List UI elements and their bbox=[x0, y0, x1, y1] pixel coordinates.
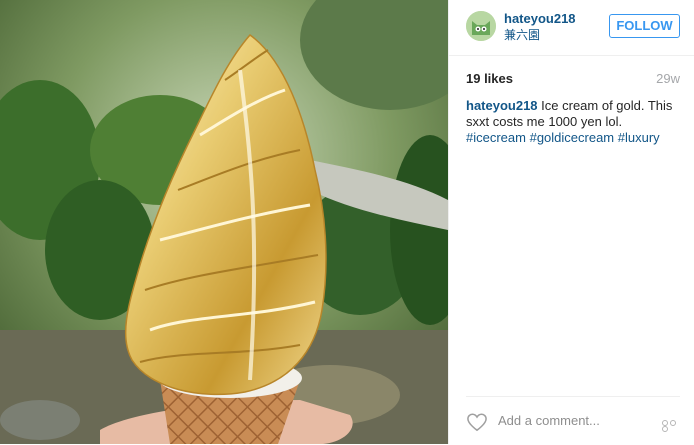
hashtag-goldicecream[interactable]: #goldicecream bbox=[530, 130, 615, 145]
cat-avatar-icon bbox=[466, 11, 496, 41]
likes-count[interactable]: 19 likes bbox=[466, 71, 513, 86]
post-header: hateyou218 兼六園 FOLLOW bbox=[449, 0, 694, 56]
hashtag-luxury[interactable]: #luxury bbox=[618, 130, 660, 145]
comment-bar: Add a comment... bbox=[466, 396, 680, 445]
more-options-icon[interactable] bbox=[662, 420, 680, 432]
gold-ice-cream-image bbox=[0, 0, 448, 444]
comment-input[interactable]: Add a comment... bbox=[498, 413, 600, 428]
follow-button[interactable]: FOLLOW bbox=[609, 14, 680, 38]
post-username[interactable]: hateyou218 bbox=[504, 11, 576, 26]
avatar[interactable] bbox=[466, 11, 496, 41]
post-photo[interactable] bbox=[0, 0, 448, 444]
post-caption: hateyou218 Ice cream of gold. This sxxt … bbox=[466, 98, 680, 146]
post-age[interactable]: 29w bbox=[656, 71, 680, 86]
post-location[interactable]: 兼六園 bbox=[504, 26, 540, 43]
post-sidebar: hateyou218 兼六園 FOLLOW 19 likes 29w hatey… bbox=[448, 0, 694, 444]
heart-icon[interactable] bbox=[466, 412, 488, 432]
post: hateyou218 兼六園 FOLLOW 19 likes 29w hatey… bbox=[0, 0, 694, 444]
caption-username[interactable]: hateyou218 bbox=[466, 98, 538, 113]
hashtag-icecream[interactable]: #icecream bbox=[466, 130, 526, 145]
